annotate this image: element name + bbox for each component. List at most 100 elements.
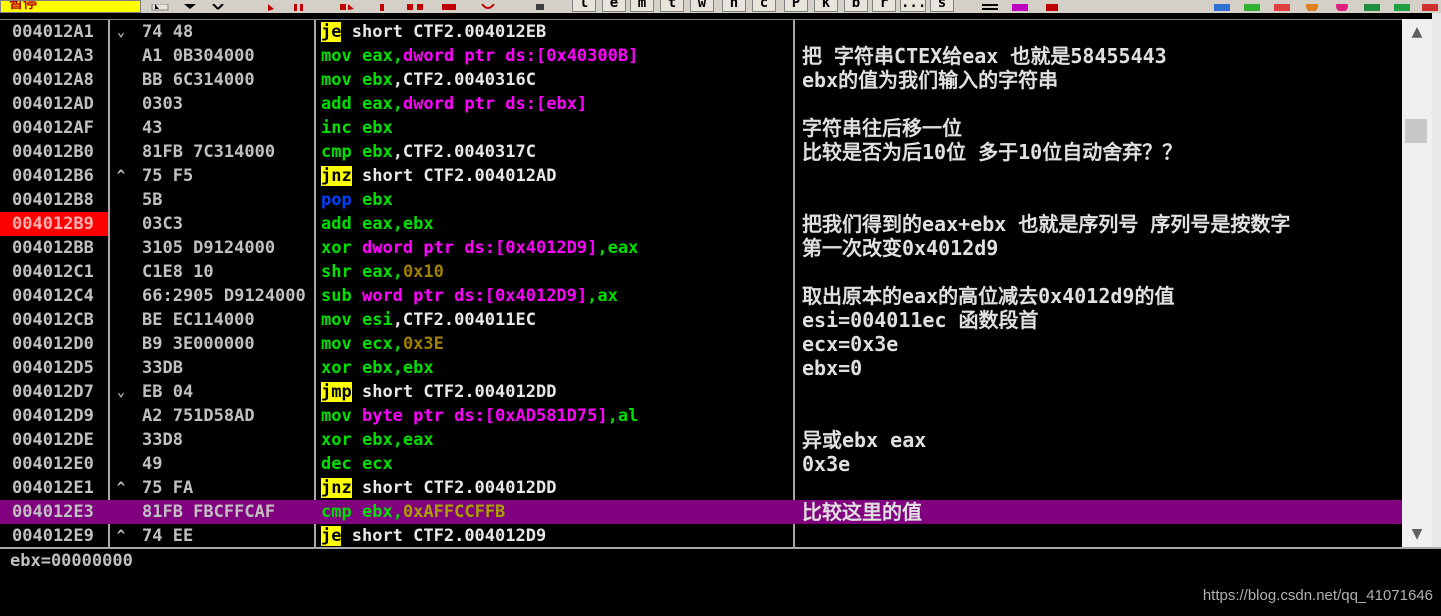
- disasm-row[interactable]: 004012A1 ⌄ 74 48 je short CTF2.004012EB: [0, 20, 1402, 44]
- operand: 0x10: [402, 262, 444, 282]
- instruction: inc ebx: [321, 116, 791, 140]
- disasm-row[interactable]: 004012D9 A2 751D58AD mov byte ptr ds:[0xAD…: [0, 404, 1402, 428]
- disasm-row[interactable]: 004012B8 5B pop ebx: [0, 188, 1402, 212]
- plugin-chart-icon[interactable]: [1362, 0, 1382, 11]
- toolbar-button-more[interactable]: ...: [900, 0, 926, 12]
- jump-arrow-icon: ^: [116, 480, 126, 496]
- operand: word ptr ds:[0x4012D9]: [361, 286, 588, 306]
- toolbar-button-l[interactable]: l: [572, 0, 596, 12]
- hex-bytes: 75 FA: [142, 478, 194, 498]
- disasm-row[interactable]: 004012AD 0303 add eax,dword ptr ds:[ebx]: [0, 92, 1402, 116]
- toolbar-button-w[interactable]: w: [690, 0, 714, 12]
- disasm-row[interactable]: 004012B9 03C3 add eax,ebx 把我们得到的eax+ebx 也就是…: [0, 212, 1402, 236]
- jump-arrow-icon: ⌄: [116, 384, 126, 400]
- plugin-grid-icon[interactable]: [1392, 0, 1412, 11]
- disasm-row[interactable]: 004012A8 BB 6C314000 mov ebx,CTF2.0040316C…: [0, 68, 1402, 92]
- goto-icon[interactable]: [530, 0, 550, 11]
- toolbar-button-s[interactable]: s: [930, 0, 954, 12]
- toolbar-button-h[interactable]: h: [722, 0, 746, 12]
- operand: ,CTF2.0040316C: [392, 70, 536, 90]
- k-icon[interactable]: [1010, 0, 1030, 11]
- disasm-row[interactable]: 004012CB BE EC114000 mov esi,CTF2.004011EC…: [0, 308, 1402, 332]
- disasm-row[interactable]: 004012E3 81FB FBCFFCAF cmp ebx,0xAFFCCFFB 比…: [0, 500, 1402, 524]
- address: 004012E9: [12, 526, 94, 546]
- hex-bytes: B9 3E000000: [142, 334, 255, 354]
- address: 004012B0: [12, 142, 94, 162]
- info-pane[interactable]: ebx=00000000 https://blog.csdn.net/qq_41…: [0, 547, 1441, 616]
- scroll-up-icon[interactable]: ▲: [1402, 21, 1432, 43]
- step-into-icon[interactable]: [338, 0, 358, 11]
- toolbar-button-b[interactable]: b: [844, 0, 868, 12]
- scroll-thumb[interactable]: [1405, 119, 1427, 143]
- trace-over-icon[interactable]: [440, 0, 460, 11]
- disasm-row[interactable]: 004012D5 33DB xor ebx,ebx ebx=0: [0, 356, 1402, 380]
- toolbar-button-m[interactable]: m: [630, 0, 654, 12]
- operand: ,CTF2.004011EC: [392, 310, 536, 330]
- operand: ecx: [361, 334, 393, 354]
- address: 004012BB: [12, 238, 94, 258]
- address: 004012CB: [12, 310, 94, 330]
- disasm-row[interactable]: 004012D7 ⌄ EB 04 jmp short CTF2.004012DD: [0, 380, 1402, 404]
- mnemonic: je: [321, 526, 342, 546]
- execute-till-return-icon[interactable]: [478, 0, 498, 11]
- trace-into-icon[interactable]: [405, 0, 425, 11]
- help-icon[interactable]: [1042, 0, 1062, 11]
- instruction: shr eax,0x10: [321, 260, 791, 284]
- step-over-icon[interactable]: [374, 0, 394, 11]
- comment: ebx的值为我们输入的字符串: [802, 68, 1059, 92]
- disasm-row[interactable]: 004012E1 ^ 75 FA jnz short CTF2.004012DD: [0, 476, 1402, 500]
- disasm-row[interactable]: 004012B0 81FB 7C314000 cmp ebx,CTF2.004031…: [0, 140, 1402, 164]
- mnemonic: xor: [321, 358, 352, 378]
- list-icon[interactable]: [980, 0, 1000, 11]
- operand: ,CTF2.0040317C: [392, 142, 536, 162]
- pause-icon[interactable]: [290, 0, 310, 11]
- disasm-row[interactable]: 004012B6 ^ 75 F5 jnz short CTF2.004012AD: [0, 164, 1402, 188]
- windows-icon[interactable]: [1212, 0, 1232, 11]
- close-icon[interactable]: [208, 0, 228, 11]
- disasm-row[interactable]: 004012DE 33D8 xor ebx,eax 异或ebx eax: [0, 428, 1402, 452]
- operand: ebx: [361, 142, 393, 162]
- disasm-row[interactable]: 004012E0 49 dec ecx 0x3e: [0, 452, 1402, 476]
- rewind-icon[interactable]: [150, 0, 170, 11]
- comment: ebx=0: [802, 356, 863, 380]
- comment: 比较是否为后10位 多于10位自动舍弃？？: [802, 140, 1183, 164]
- plugin-red-icon[interactable]: [1272, 0, 1292, 11]
- disasm-row[interactable]: 004012C1 C1E8 10 shr eax,0x10: [0, 260, 1402, 284]
- hex-bytes: 49: [142, 454, 163, 474]
- instruction: mov eax,dword ptr ds:[0x40300B]: [321, 44, 791, 68]
- scroll-down-icon[interactable]: ▼: [1402, 523, 1432, 545]
- disasm-row[interactable]: 004012D0 B9 3E000000 mov ecx,0x3E ecx=0x3e: [0, 332, 1402, 356]
- disasm-row[interactable]: 004012E9 ^ 74 EE je short CTF2.004012D9: [0, 524, 1402, 548]
- plugin-red2-icon[interactable]: [1420, 0, 1440, 11]
- operand: ,ebx: [392, 358, 434, 378]
- instruction: je short CTF2.004012EB: [321, 20, 791, 44]
- disasm-row[interactable]: 004012BB 3105 D9124000 xor dword ptr ds:[0…: [0, 236, 1402, 260]
- disasm-row[interactable]: 004012A3 A1 0B304000 mov eax,dword ptr ds:…: [0, 44, 1402, 68]
- address: 004012D9: [12, 406, 94, 426]
- toolbar-button-r[interactable]: r: [872, 0, 896, 12]
- mnemonic: cmp: [321, 142, 352, 162]
- toolbar-button-c[interactable]: c: [752, 0, 776, 12]
- mnemonic: mov: [321, 310, 352, 330]
- jump-arrow-icon: [112, 68, 130, 92]
- plugin-orange-icon[interactable]: [1302, 0, 1322, 11]
- toolbar-button-p[interactable]: P: [784, 0, 808, 12]
- disassembly-view[interactable]: 004012A1 ⌄ 74 48 je short CTF2.004012EB 0040…: [0, 19, 1402, 548]
- jump-arrow-icon: [112, 332, 130, 356]
- toolbar-button-k[interactable]: k: [814, 0, 838, 12]
- instruction: jmp short CTF2.004012DD: [321, 380, 791, 404]
- plugin-target-icon[interactable]: [1332, 0, 1352, 11]
- hex-bytes: A1 0B304000: [142, 46, 255, 66]
- disasm-row[interactable]: 004012C4 66:2905 D9124000 sub word ptr ds:…: [0, 284, 1402, 308]
- operand: short CTF2.004012EB: [351, 22, 547, 42]
- disasm-row[interactable]: 004012AF 43 inc ebx 字符串往后移一位: [0, 116, 1402, 140]
- mnemonic: xor: [321, 238, 352, 258]
- operand: eax: [361, 46, 393, 66]
- toolbar-button-e[interactable]: e: [602, 0, 626, 12]
- plugin-green-icon[interactable]: [1242, 0, 1262, 11]
- vertical-scrollbar[interactable]: ▲ ▼: [1402, 19, 1432, 547]
- step-back-icon[interactable]: [180, 0, 200, 11]
- run-icon[interactable]: [262, 0, 282, 11]
- operand: short CTF2.004012DD: [361, 382, 557, 402]
- toolbar-button-t[interactable]: t: [660, 0, 684, 12]
